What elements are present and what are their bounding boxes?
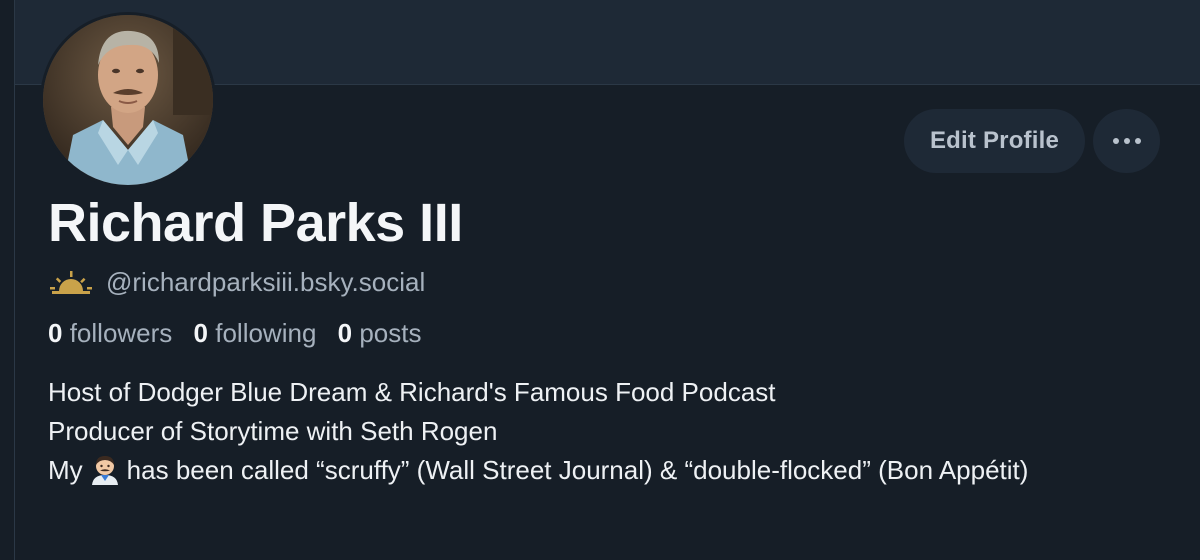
posts-stat: 0 posts [338,318,422,348]
posts-count: 0 [337,318,353,348]
bio-line-3-start: My [48,455,83,485]
profile-handle[interactable]: @richardparksiii.bsky.social [106,267,425,298]
bio-line-3: My has been called “scruffy” (Wall Stree… [48,455,1028,485]
profile-bio: Host of Dodger Blue Dream & Richard's Fa… [48,373,1168,490]
posts-label: posts [359,318,422,348]
bio-line-1: Host of Dodger Blue Dream & Richard's Fa… [48,377,776,407]
avatar-photo [43,15,213,185]
bio-line-2: Producer of Storytime with Seth Rogen [48,416,498,446]
edit-profile-button[interactable]: Edit Profile [904,109,1085,173]
following-stat[interactable]: 0 following [194,318,317,348]
bio-line-3-end: has been called “scruffy” (Wall Street J… [126,455,1029,485]
avatar[interactable] [40,12,216,188]
handle-row: @richardparksiii.bsky.social [50,266,425,298]
more-options-button[interactable] [1093,109,1160,173]
followers-stat[interactable]: 0 followers [48,318,172,348]
sunrise-icon [50,271,92,294]
followers-count: 0 [48,318,63,348]
followers-label: followers [69,318,173,348]
following-count: 0 [193,318,208,348]
following-label: following [215,318,317,348]
display-name: Richard Parks III [48,193,463,253]
man-with-mustache-emoji-icon [91,456,118,485]
profile-stats: 0 followers 0 following 0 posts [48,318,436,349]
ellipsis-icon [1112,138,1141,144]
